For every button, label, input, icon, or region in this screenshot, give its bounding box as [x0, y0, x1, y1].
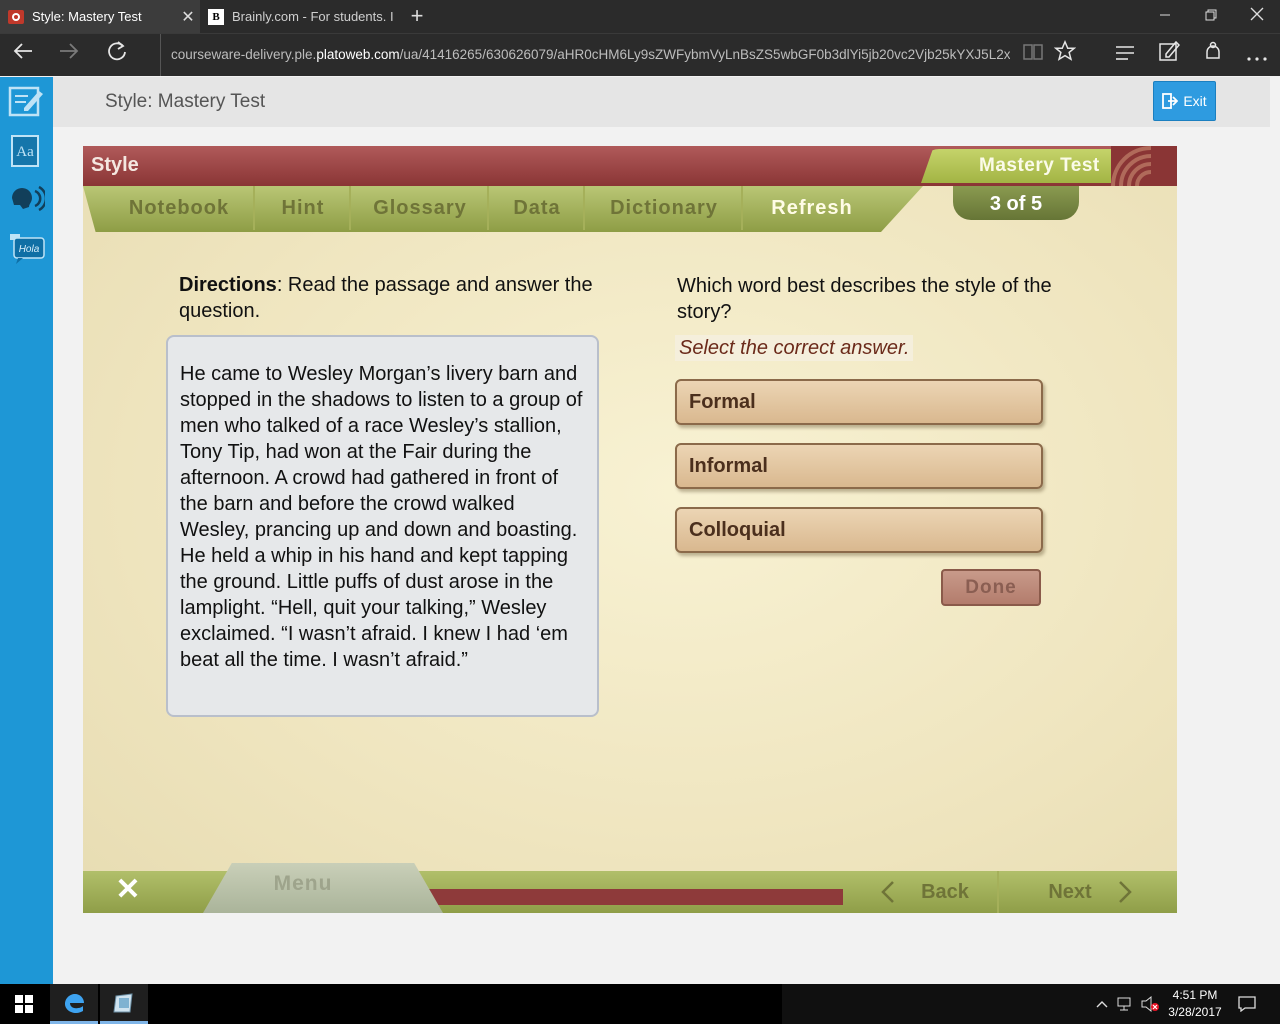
windows-start-icon[interactable] — [0, 984, 48, 1024]
section-title: Style — [91, 154, 139, 176]
clock-time: 4:51 PM — [1172, 988, 1218, 1002]
web-note-icon[interactable] — [1146, 34, 1192, 76]
brainly-favicon-icon: B — [208, 8, 224, 25]
answer-option-formal[interactable]: Formal — [675, 379, 1043, 425]
close-window-icon[interactable] — [1234, 0, 1280, 33]
decorative-arcs-icon — [1111, 146, 1177, 186]
share-icon[interactable] — [1190, 34, 1236, 76]
forward-arrow-icon[interactable] — [46, 34, 92, 76]
url-domain: platoweb.com — [316, 47, 400, 62]
address-bar[interactable]: courseware-delivery.ple.platoweb.com/ua/… — [160, 34, 1010, 76]
passage-text: He came to Wesley Morgan’s livery barn a… — [180, 363, 583, 671]
network-icon[interactable] — [1117, 984, 1135, 1024]
text-to-speech-icon[interactable] — [8, 182, 48, 218]
action-center-icon[interactable] — [1238, 984, 1256, 1024]
tab-hint[interactable]: Hint — [257, 186, 351, 230]
browser-titlebar: Style: Mastery Test ✕ B Brainly.com - Fo… — [0, 0, 1280, 33]
browser-tab-active[interactable]: Style: Mastery Test ✕ — [0, 0, 200, 33]
refresh-icon[interactable] — [94, 34, 140, 76]
url-prefix: courseware-delivery.ple. — [171, 47, 317, 62]
exit-button[interactable]: Exit — [1153, 81, 1216, 121]
edge-browser-icon[interactable] — [50, 984, 98, 1024]
glossary-icon[interactable]: Aa — [8, 134, 45, 170]
question-counter: 3 of 5 — [953, 186, 1079, 220]
tab-dictionary[interactable]: Dictionary — [587, 186, 743, 230]
directions-label: Directions — [179, 274, 277, 296]
exit-icon — [1162, 93, 1179, 109]
new-tab-button[interactable]: + — [404, 0, 430, 33]
tab-title: Brainly.com - For students. I — [232, 9, 394, 24]
menu-button[interactable]: Menu — [243, 872, 363, 896]
glossary-icon-text: Aa — [16, 144, 34, 160]
close-activity-icon[interactable]: ✕ — [113, 875, 143, 905]
tablet-app-icon[interactable] — [100, 984, 148, 1024]
page-title: Style: Mastery Test — [105, 91, 266, 112]
reading-passage: He came to Wesley Morgan’s livery barn a… — [166, 335, 599, 717]
favorite-star-icon[interactable] — [1042, 34, 1088, 76]
restore-icon[interactable] — [1188, 0, 1234, 33]
close-tab-icon[interactable]: ✕ — [176, 7, 200, 27]
question-text: Which word best describes the style of t… — [677, 275, 1052, 323]
browser-tab-inactive[interactable]: B Brainly.com - For students. I — [200, 0, 402, 33]
tool-rail: Aa Hola — [0, 77, 53, 984]
browser-navbar: courseware-delivery.ple.platoweb.com/ua/… — [0, 33, 1280, 76]
back-label: Back — [921, 880, 969, 903]
answer-instruction: Select the correct answer. — [675, 335, 914, 361]
translation-icon[interactable]: Hola — [8, 232, 45, 268]
show-hidden-icons-icon[interactable] — [1096, 984, 1108, 1024]
back-button[interactable]: Back — [853, 871, 999, 913]
exit-label: Exit — [1183, 93, 1207, 109]
windows-taskbar: 4:51 PM 3/28/2017 — [0, 984, 1280, 1024]
system-clock[interactable]: 4:51 PM 3/28/2017 — [1160, 987, 1230, 1021]
translation-icon-text: Hola — [19, 244, 40, 255]
chevron-left-icon — [881, 881, 894, 903]
directions: Directions: Read the passage and answer … — [179, 272, 599, 324]
page-header: Style: Mastery Test Exit — [53, 77, 1270, 127]
next-label: Next — [1048, 880, 1092, 903]
plato-favicon-icon — [8, 9, 24, 25]
mastery-badge: Mastery Test — [979, 155, 1100, 176]
next-button[interactable]: Next — [1003, 871, 1177, 913]
minimize-icon[interactable] — [1142, 0, 1188, 33]
activity-panel: Style Mastery Test Notebook Hint Glossar… — [83, 146, 1177, 913]
tab-data[interactable]: Data — [491, 186, 585, 230]
answer-option-informal[interactable]: Informal — [675, 443, 1043, 489]
page-scrollbar[interactable] — [1270, 77, 1280, 984]
clock-date: 3/28/2017 — [1168, 1005, 1222, 1019]
tab-glossary[interactable]: Glossary — [353, 186, 489, 230]
back-arrow-icon[interactable] — [0, 34, 46, 76]
tab-refresh[interactable]: Refresh — [745, 186, 879, 230]
tab-notebook[interactable]: Notebook — [105, 186, 255, 230]
tab-title: Style: Mastery Test — [32, 9, 142, 24]
notebook-edit-icon[interactable] — [8, 84, 45, 120]
more-icon[interactable] — [1234, 34, 1280, 76]
hub-icon[interactable] — [1102, 34, 1148, 76]
chevron-right-icon — [1118, 881, 1132, 903]
answer-option-colloquial[interactable]: Colloquial — [675, 507, 1043, 553]
done-button[interactable]: Done — [941, 569, 1041, 606]
activity-bottombar: ✕ Menu Back Next — [83, 863, 1177, 913]
url-path: /ua/41416265/630626079/aHR0cHM6Ly9sZWFyb… — [399, 47, 1010, 62]
volume-muted-icon[interactable] — [1140, 984, 1160, 1024]
